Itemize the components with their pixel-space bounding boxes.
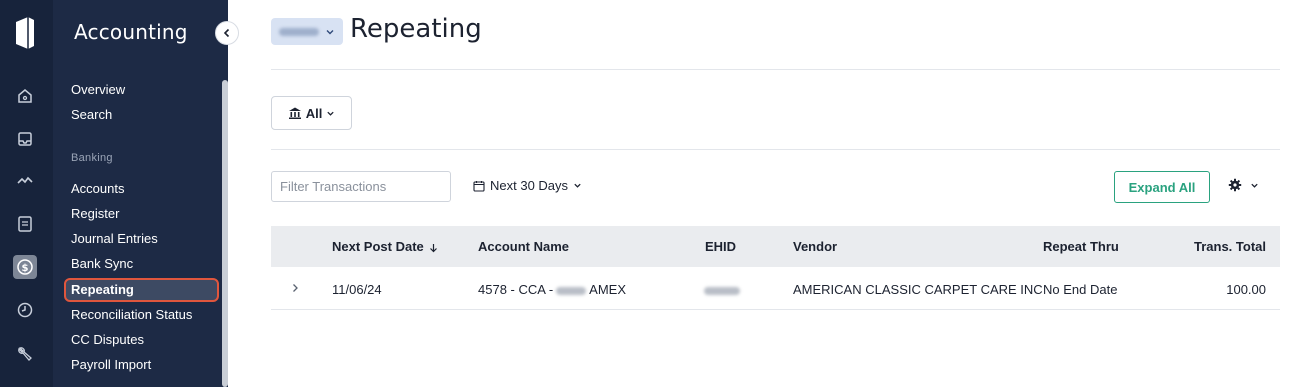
entity-selector[interactable] bbox=[271, 18, 343, 45]
table-row[interactable]: 11/06/24 4578 - CCA - AMEX AMERICAN CLASS… bbox=[271, 267, 1280, 310]
cell-ehid bbox=[701, 282, 743, 297]
column-header-repeat-thru[interactable]: Repeat Thru bbox=[1043, 239, 1119, 254]
sort-arrow-down-icon bbox=[430, 243, 438, 252]
chevron-down-icon bbox=[326, 29, 334, 34]
divider bbox=[271, 69, 1280, 70]
column-header-ehid[interactable]: EHID bbox=[705, 239, 736, 254]
wrench-icon[interactable] bbox=[13, 342, 37, 366]
bank-filter-label: All bbox=[305, 105, 323, 121]
column-header-trans-total[interactable]: Trans. Total bbox=[1194, 239, 1266, 254]
bank-filter-button[interactable]: All bbox=[271, 96, 352, 130]
sidebar-item-payroll-import[interactable]: Payroll Import bbox=[71, 357, 151, 373]
sidebar-item-search[interactable]: Search bbox=[71, 107, 112, 123]
icon-rail: $ bbox=[0, 0, 53, 387]
sidebar-item-register[interactable]: Register bbox=[71, 206, 119, 222]
main-content: Repeating All Next 30 Days Expand All Ne… bbox=[228, 0, 1303, 387]
gear-icon bbox=[1228, 178, 1242, 192]
bank-icon bbox=[288, 107, 301, 119]
sidebar-item-label: Repeating bbox=[71, 282, 134, 297]
cell-account-name: 4578 - CCA - AMEX bbox=[478, 282, 626, 297]
table-settings-dropdown[interactable] bbox=[1228, 178, 1259, 192]
column-header-account-name[interactable]: Account Name bbox=[478, 239, 569, 254]
redacted-entity-name bbox=[279, 27, 319, 36]
collapse-sidebar-button[interactable] bbox=[215, 21, 239, 45]
sidebar-item-overview[interactable]: Overview bbox=[71, 82, 125, 98]
dollar-icon[interactable]: $ bbox=[13, 255, 37, 279]
sidebar-title: Accounting bbox=[74, 20, 188, 44]
column-header-vendor[interactable]: Vendor bbox=[793, 239, 837, 254]
cell-next-post-date: 11/06/24 bbox=[332, 282, 382, 297]
home-icon[interactable] bbox=[13, 84, 37, 108]
divider bbox=[271, 149, 1280, 150]
sidebar: Accounting Overview Search Banking Accou… bbox=[53, 0, 228, 387]
sidebar-item-bank-sync[interactable]: Bank Sync bbox=[71, 256, 133, 272]
page-title: Repeating bbox=[350, 14, 482, 44]
redacted-text bbox=[556, 286, 587, 295]
redacted-ehid bbox=[704, 286, 740, 295]
inbox-icon[interactable] bbox=[13, 127, 37, 151]
sidebar-item-repeating[interactable]: Repeating bbox=[64, 278, 219, 302]
app-logo-icon[interactable] bbox=[14, 16, 36, 50]
chevron-down-icon bbox=[327, 111, 334, 116]
date-range-label: Next 30 Days bbox=[490, 178, 569, 193]
column-header-next-post-date[interactable]: Next Post Date bbox=[332, 239, 438, 254]
sidebar-item-journal-entries[interactable]: Journal Entries bbox=[71, 231, 158, 247]
sidebar-item-cc-disputes[interactable]: CC Disputes bbox=[71, 332, 144, 348]
cell-repeat-thru: No End Date bbox=[1043, 282, 1118, 297]
chevron-right-icon[interactable] bbox=[289, 282, 301, 294]
activity-icon[interactable] bbox=[13, 169, 37, 193]
chevron-left-icon bbox=[223, 28, 230, 38]
sidebar-section-banking: Banking bbox=[71, 152, 113, 164]
cell-vendor: AMERICAN CLASSIC CARPET CARE INC bbox=[793, 282, 1043, 297]
table-header: Next Post Date Account Name EHID Vendor … bbox=[271, 226, 1280, 267]
clock-icon[interactable] bbox=[13, 298, 37, 322]
calendar-icon bbox=[473, 180, 485, 192]
chevron-down-icon bbox=[574, 183, 581, 188]
expand-all-button[interactable]: Expand All bbox=[1114, 171, 1210, 203]
filter-transactions-input[interactable] bbox=[271, 171, 451, 202]
date-range-dropdown[interactable]: Next 30 Days bbox=[473, 178, 582, 193]
chevron-down-icon bbox=[1251, 183, 1258, 188]
sidebar-item-reconciliation-status[interactable]: Reconciliation Status bbox=[71, 307, 192, 323]
svg-text:$: $ bbox=[22, 263, 29, 274]
cell-trans-total: 100.00 bbox=[1226, 282, 1266, 297]
document-icon[interactable] bbox=[13, 212, 37, 236]
sidebar-item-accounts[interactable]: Accounts bbox=[71, 181, 124, 197]
